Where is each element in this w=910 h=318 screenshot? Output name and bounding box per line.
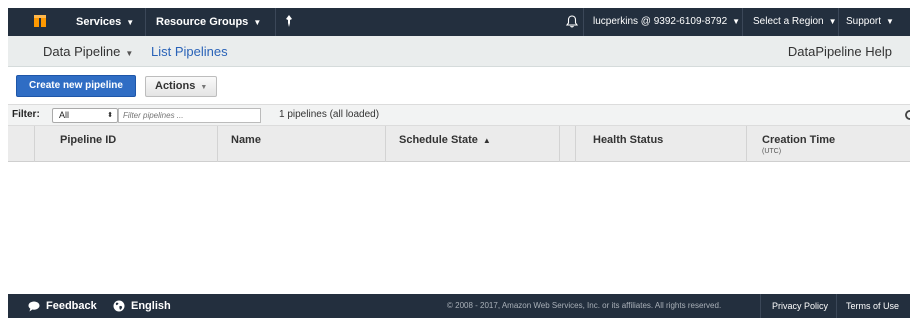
table-body: [8, 162, 910, 294]
column-header-schedule-state[interactable]: Schedule State ▲: [399, 134, 491, 146]
column-divider: [559, 126, 560, 162]
column-header-creation-time[interactable]: Creation Time: [762, 134, 835, 146]
console-frame: Services ▼ Resource Groups ▼ lucperkins @ …: [0, 0, 910, 318]
chevron-down-icon: ▼: [253, 18, 262, 27]
speech-bubble-icon: [28, 301, 40, 312]
help-link[interactable]: DataPipeline Help: [788, 36, 892, 67]
column-divider: [217, 126, 218, 162]
terms-of-use-link[interactable]: Terms of Use: [846, 294, 899, 318]
resource-groups-label: Resource Groups: [156, 16, 249, 28]
privacy-policy-link[interactable]: Privacy Policy: [772, 294, 828, 318]
filter-bar: Filter: All ⬍ 1 pipelines (all loaded): [8, 104, 910, 126]
chevron-down-icon: ▼: [125, 49, 134, 58]
nav-divider: [275, 8, 276, 36]
list-pipelines-link[interactable]: List Pipelines: [151, 36, 228, 67]
aws-cube-logo-icon[interactable]: [34, 13, 46, 29]
language-selector[interactable]: English: [113, 294, 171, 318]
chevron-down-icon: ▼: [828, 17, 837, 26]
create-pipeline-button[interactable]: Create new pipeline: [16, 75, 136, 97]
support-menu[interactable]: Support ▼: [846, 8, 894, 36]
left-gutter: [0, 0, 8, 318]
nav-divider: [742, 8, 743, 36]
feedback-label: Feedback: [46, 300, 97, 312]
bell-icon[interactable]: [565, 7, 579, 35]
pipeline-count: 1 pipelines (all loaded): [279, 109, 380, 120]
services-label: Services: [76, 16, 122, 28]
chevron-down-icon: ▼: [126, 18, 135, 27]
nav-divider: [583, 8, 584, 36]
schedule-state-label: Schedule State: [399, 134, 478, 146]
column-header-pipeline-id[interactable]: Pipeline ID: [60, 134, 116, 146]
chevron-down-icon: ▼: [732, 17, 741, 26]
column-divider: [34, 126, 35, 162]
table-header: Pipeline ID Name Schedule State ▲ Health …: [8, 126, 910, 162]
sort-ascending-icon: ▲: [482, 136, 491, 145]
top-nav: Services ▼ Resource Groups ▼ lucperkins @ …: [8, 8, 910, 36]
column-divider: [575, 126, 576, 162]
account-label: lucperkins @ 9392-6109-8792: [593, 16, 728, 27]
chevron-down-icon: ▼: [200, 84, 208, 91]
services-menu[interactable]: Services ▼: [76, 8, 134, 36]
language-label: English: [131, 300, 171, 312]
footer: Feedback English © 2008 - 2017, Amazon W…: [8, 294, 910, 318]
copyright-text: © 2008 - 2017, Amazon Web Services, Inc.…: [447, 301, 722, 310]
footer-divider: [836, 294, 837, 318]
nav-divider: [145, 8, 146, 36]
filter-label: Filter:: [12, 109, 40, 120]
column-divider: [385, 126, 386, 162]
region-menu[interactable]: Select a Region ▼: [753, 8, 837, 36]
service-label: Data Pipeline: [43, 44, 121, 59]
creation-time-timezone: (UTC): [762, 148, 782, 155]
refresh-icon[interactable]: [904, 109, 910, 121]
column-header-name[interactable]: Name: [231, 134, 261, 146]
service-menu[interactable]: Data Pipeline ▼: [43, 36, 133, 69]
resource-groups-menu[interactable]: Resource Groups ▼: [156, 8, 261, 36]
service-bar: Data Pipeline ▼ List Pipelines DataPipeli…: [8, 36, 910, 67]
support-label: Support: [846, 16, 882, 27]
actions-label: Actions: [155, 80, 196, 92]
chevron-down-icon: ▼: [886, 17, 894, 26]
actions-button[interactable]: Actions ▼: [145, 76, 217, 97]
filter-select-value: All: [59, 110, 70, 120]
feedback-link[interactable]: Feedback: [28, 294, 97, 318]
column-divider: [746, 126, 747, 162]
pin-icon[interactable]: [284, 7, 294, 35]
filter-input[interactable]: [118, 108, 261, 123]
nav-divider: [838, 8, 839, 36]
footer-divider: [760, 294, 761, 318]
region-label: Select a Region: [753, 16, 824, 27]
account-menu[interactable]: lucperkins @ 9392-6109-8792 ▼: [593, 8, 740, 36]
column-header-health-status[interactable]: Health Status: [593, 134, 663, 146]
select-arrows-icon: ⬍: [107, 112, 113, 119]
globe-icon: [113, 300, 125, 312]
filter-select[interactable]: All ⬍: [52, 108, 118, 123]
